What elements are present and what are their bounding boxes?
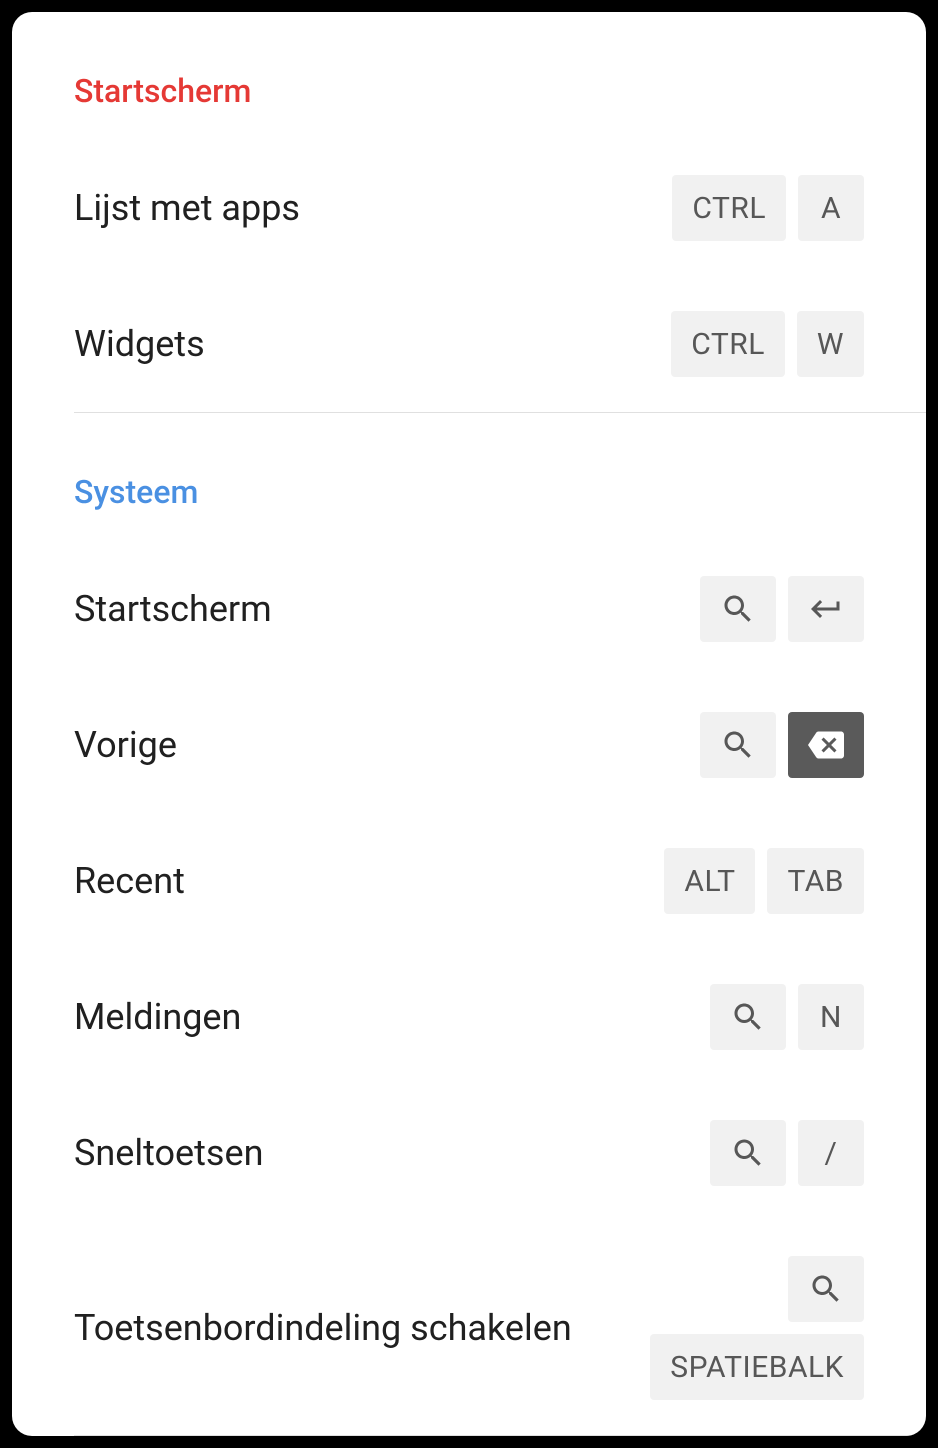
key-enter-icon bbox=[788, 576, 864, 642]
key-search-icon bbox=[788, 1256, 864, 1322]
key-search-icon bbox=[710, 1120, 786, 1186]
key-ctrl: CTRL bbox=[672, 175, 786, 241]
key-search-icon bbox=[700, 712, 776, 778]
search-icon bbox=[730, 999, 766, 1035]
shortcut-keys: N bbox=[710, 984, 864, 1050]
key-backspace-icon bbox=[788, 712, 864, 778]
key-a: A bbox=[798, 175, 864, 241]
section-title-systeem: Systeem bbox=[12, 413, 926, 541]
shortcut-label: Vorige bbox=[74, 722, 700, 769]
key-slash: / bbox=[798, 1120, 864, 1186]
key-spacebar: SPATIEBALK bbox=[650, 1334, 864, 1400]
shortcut-label: Widgets bbox=[74, 321, 671, 368]
shortcut-row: Toetsenbordindeling schakelen SPATIEBALK bbox=[12, 1221, 926, 1435]
shortcut-label: Recent bbox=[74, 858, 664, 905]
section-divider bbox=[74, 1435, 926, 1436]
shortcut-row: Sneltoetsen / bbox=[12, 1085, 926, 1221]
shortcuts-modal: Startscherm Lijst met apps CTRL A Widget… bbox=[12, 12, 926, 1436]
search-icon bbox=[720, 727, 756, 763]
shortcut-label: Toetsenbordindeling schakelen bbox=[74, 1305, 650, 1352]
key-alt: ALT bbox=[664, 848, 755, 914]
search-icon bbox=[808, 1271, 844, 1307]
section-startscherm: Startscherm Lijst met apps CTRL A Widget… bbox=[12, 12, 926, 412]
key-search-icon bbox=[710, 984, 786, 1050]
shortcut-label: Meldingen bbox=[74, 994, 710, 1041]
shortcut-row: Lijst met apps CTRL A bbox=[12, 140, 926, 276]
shortcut-label: Lijst met apps bbox=[74, 185, 672, 232]
key-ctrl: CTRL bbox=[671, 311, 785, 377]
shortcut-keys: SPATIEBALK bbox=[650, 1256, 864, 1400]
search-icon bbox=[720, 591, 756, 627]
shortcut-label: Startscherm bbox=[74, 586, 700, 633]
shortcut-row: Meldingen N bbox=[12, 949, 926, 1085]
shortcut-label: Sneltoetsen bbox=[74, 1130, 710, 1177]
shortcut-keys bbox=[700, 576, 864, 642]
shortcut-keys bbox=[700, 712, 864, 778]
shortcut-row: Recent ALT TAB bbox=[12, 813, 926, 949]
shortcut-keys: CTRL A bbox=[672, 175, 864, 241]
key-n: N bbox=[798, 984, 864, 1050]
shortcut-row: Vorige bbox=[12, 677, 926, 813]
backspace-icon bbox=[808, 727, 844, 763]
shortcut-keys: CTRL W bbox=[671, 311, 864, 377]
section-title-startscherm: Startscherm bbox=[12, 12, 926, 140]
enter-icon bbox=[808, 591, 844, 627]
shortcut-row: Widgets CTRL W bbox=[12, 276, 926, 412]
search-icon bbox=[730, 1135, 766, 1171]
shortcut-keys: / bbox=[710, 1120, 864, 1186]
shortcut-keys: ALT TAB bbox=[664, 848, 864, 914]
shortcut-row: Startscherm bbox=[12, 541, 926, 677]
section-systeem: Systeem Startscherm Vorige bbox=[12, 413, 926, 1435]
key-search-icon bbox=[700, 576, 776, 642]
key-w: W bbox=[797, 311, 864, 377]
key-tab: TAB bbox=[767, 848, 864, 914]
